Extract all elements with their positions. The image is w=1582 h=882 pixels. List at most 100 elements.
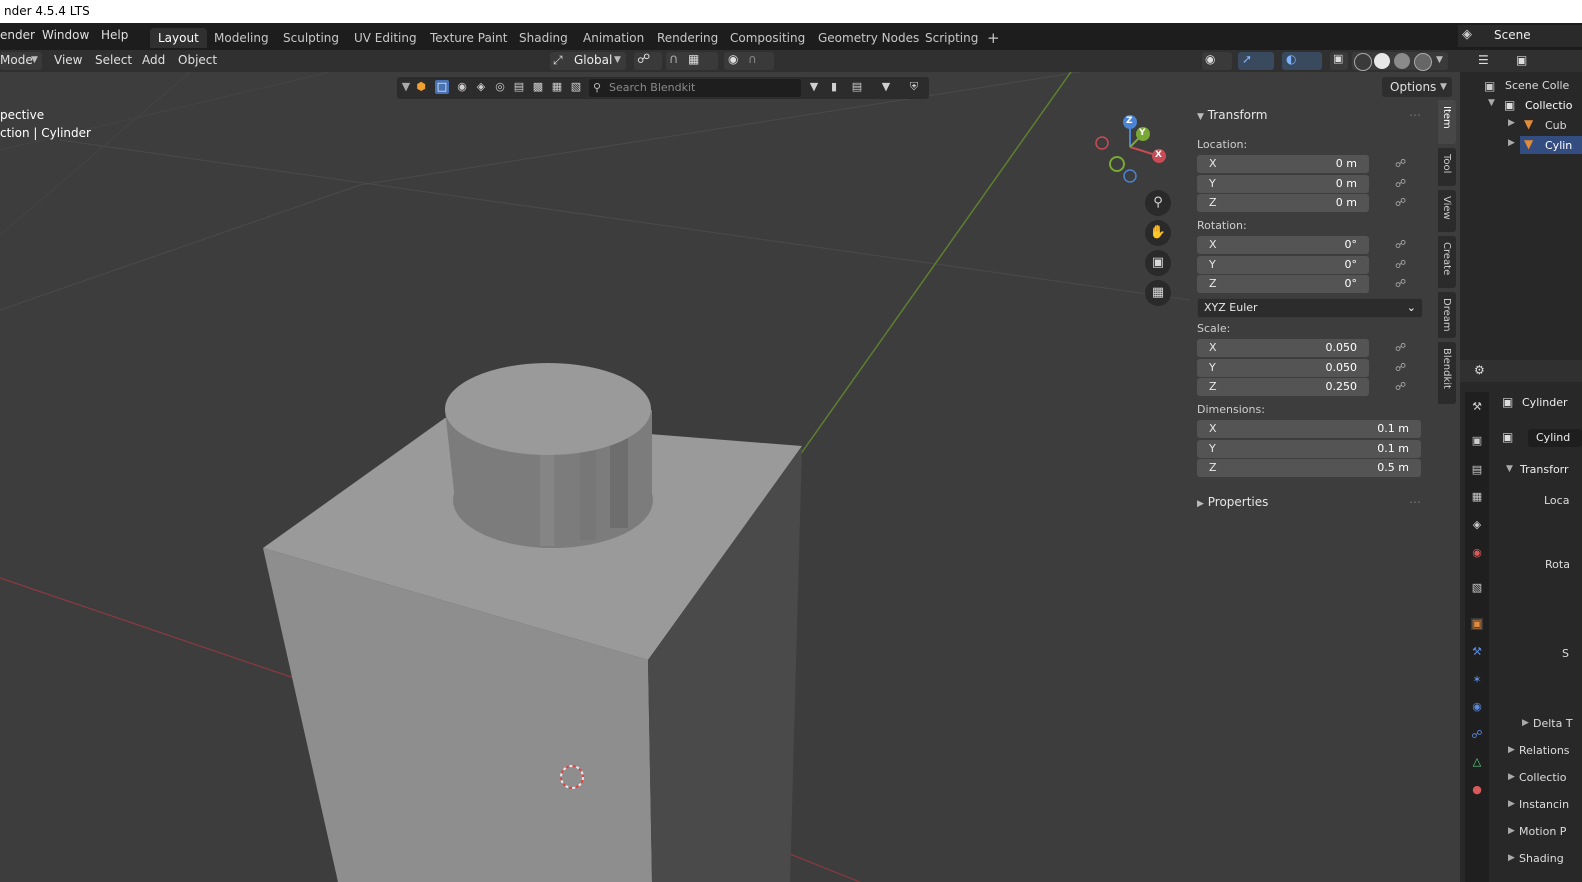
rotation-y-field[interactable]: Y 0° [1197, 256, 1369, 274]
lock-icon[interactable]: ☍ [1395, 258, 1406, 271]
world-icon[interactable]: ◉ [1471, 547, 1483, 559]
menu-view[interactable]: View [54, 53, 82, 67]
chevron-down-icon[interactable]: ▼ [1488, 98, 1495, 108]
outliner-item-cylinder[interactable]: Cylin [1545, 139, 1572, 152]
chevron-right-icon[interactable]: ▶ [1508, 826, 1515, 836]
lock-icon[interactable]: ☍ [1395, 238, 1406, 251]
chevron-right-icon[interactable]: ▶ [1508, 138, 1515, 148]
menu-select[interactable]: Select [95, 53, 132, 67]
asset-bar-toggle-icon[interactable]: ▤ [847, 80, 867, 94]
scale-x-field[interactable]: X 0.050 [1197, 339, 1369, 357]
material-shading-button[interactable] [1394, 53, 1410, 69]
dimensions-x-field[interactable]: X 0.1 m [1197, 420, 1421, 438]
lock-icon[interactable]: ☍ [1395, 196, 1406, 209]
chevron-down-icon[interactable]: ▼ [1506, 464, 1513, 474]
relations-section[interactable]: Relations [1519, 744, 1570, 757]
instancing-section[interactable]: Instancin [1519, 798, 1569, 811]
perspective-grid-icon[interactable]: ▦ [1145, 280, 1171, 306]
object-data-icon[interactable]: ▣ [1502, 430, 1513, 444]
collections-section[interactable]: Collectio [1519, 771, 1566, 784]
menu-render[interactable]: ender [0, 28, 35, 42]
tab-uv-editing[interactable]: UV Editing [346, 28, 425, 48]
menu-add[interactable]: Add [142, 53, 165, 67]
tab-texture-paint[interactable]: Texture Paint [422, 28, 515, 48]
scale-y-field[interactable]: Y 0.050 [1197, 359, 1369, 377]
properties-panel-header[interactable]: ▶ Properties [1197, 495, 1268, 509]
tab-animation[interactable]: Animation [575, 28, 652, 48]
tab-layout[interactable]: Layout [150, 28, 207, 48]
rotation-z-field[interactable]: Z 0° [1197, 275, 1369, 293]
rendered-shading-button[interactable] [1414, 53, 1432, 71]
menu-help[interactable]: Help [101, 28, 128, 42]
location-y-field[interactable]: Y 0 m [1197, 175, 1369, 193]
tab-shading[interactable]: Shading [511, 28, 576, 48]
dimensions-z-field[interactable]: Z 0.5 m [1197, 459, 1421, 477]
wireframe-shading-button[interactable] [1354, 53, 1372, 71]
brush-asset-icon[interactable]: ▩ [531, 80, 545, 94]
xray-toggle[interactable]: ▣ [1330, 52, 1348, 70]
lock-icon[interactable]: ☍ [1395, 277, 1406, 290]
tab-compositing[interactable]: Compositing [722, 28, 813, 48]
filter-icon[interactable]: ▼ [875, 80, 897, 94]
object-data-icon[interactable]: △ [1471, 756, 1483, 768]
overlays-toggle[interactable]: ◐ [1282, 52, 1322, 70]
editor-type-icon[interactable]: ☰ [1478, 53, 1489, 67]
tab-modeling[interactable]: Modeling [206, 28, 277, 48]
tab-sculpting[interactable]: Sculpting [275, 28, 347, 48]
tab-dream[interactable]: Dream [1438, 292, 1456, 338]
material-asset-icon[interactable]: ◉ [455, 80, 469, 94]
delta-transform-section[interactable]: Delta T [1533, 717, 1573, 730]
physics-icon[interactable]: ◉ [1471, 701, 1483, 713]
mode-dropdown[interactable]: Mode ▼ [0, 52, 42, 70]
scene-collection-label[interactable]: Scene Colle [1505, 79, 1569, 92]
lock-icon[interactable]: ☍ [1395, 177, 1406, 190]
modifier-wrench-icon[interactable]: ⚒ [1471, 646, 1483, 658]
visibility-dropdown[interactable]: ◉ [1202, 52, 1232, 70]
scene-icon[interactable]: ◈ [1471, 519, 1483, 531]
printable-asset-icon[interactable]: ◈ [474, 80, 488, 94]
options-dropdown[interactable]: Options ▼ [1382, 77, 1452, 97]
tab-blendkit[interactable]: Blendkit [1438, 342, 1456, 404]
chevron-right-icon[interactable]: ▶ [1508, 853, 1515, 863]
chevron-down-icon[interactable]: ▼ [399, 80, 413, 94]
hdr-asset-icon[interactable]: ◎ [493, 80, 507, 94]
chevron-right-icon[interactable]: ▶ [1522, 718, 1529, 728]
outliner-item-cube[interactable]: Cub [1545, 119, 1567, 132]
pivot-dropdown[interactable]: ☍ [634, 52, 662, 70]
menu-window[interactable]: Window [42, 28, 89, 42]
zoom-icon[interactable]: ⚲ [1145, 190, 1171, 216]
chevron-right-icon[interactable]: ▶ [1508, 118, 1515, 128]
nodegroup-asset-icon[interactable]: ▦ [550, 80, 564, 94]
rotation-x-field[interactable]: X 0° [1197, 236, 1369, 254]
material-icon[interactable]: ● [1471, 784, 1483, 796]
render-icon[interactable]: ▣ [1471, 435, 1483, 447]
model-asset-icon[interactable]: □ [435, 80, 449, 94]
lock-icon[interactable]: ☍ [1395, 341, 1406, 354]
chevron-right-icon[interactable]: ▶ [1508, 772, 1515, 782]
bookmark-icon[interactable]: ▮ [827, 80, 841, 94]
tab-scripting[interactable]: Scripting [917, 28, 986, 48]
chevron-down-icon[interactable]: ▼ [807, 80, 821, 94]
addon-asset-icon[interactable]: ▧ [569, 80, 583, 94]
lock-icon[interactable]: ☍ [1395, 361, 1406, 374]
snap-toggle[interactable]: ∩ ▦ [666, 52, 718, 70]
constraints-icon[interactable]: ☍ [1471, 729, 1483, 741]
motion-paths-section[interactable]: Motion P [1519, 825, 1566, 838]
drag-handle-icon[interactable]: ⋯ [1409, 108, 1421, 122]
tab-tool[interactable]: Tool [1438, 148, 1456, 186]
dimensions-y-field[interactable]: Y 0.1 m [1197, 440, 1421, 458]
shield-icon[interactable]: ⛨ [907, 80, 921, 94]
scene-asset-icon[interactable]: ▤ [512, 80, 526, 94]
display-mode-icon[interactable]: ▣ [1516, 53, 1527, 67]
lock-icon[interactable]: ☍ [1395, 157, 1406, 170]
blendkit-search-input[interactable]: ⚲ Search Blendkit [589, 79, 801, 97]
view-layer-icon[interactable]: ▦ [1471, 491, 1483, 503]
collection-label[interactable]: Collectio [1525, 99, 1572, 112]
lock-icon[interactable]: ☍ [1395, 380, 1406, 393]
menu-object[interactable]: Object [178, 53, 217, 67]
gizmo-toggle[interactable]: ➚ [1238, 52, 1274, 70]
rotation-mode-dropdown[interactable]: XYZ Euler ⌄ [1197, 298, 1423, 318]
object-properties-icon[interactable]: ▣ [1471, 618, 1483, 630]
tab-view[interactable]: View [1438, 190, 1456, 232]
tab-geometry-nodes[interactable]: Geometry Nodes [810, 28, 927, 48]
